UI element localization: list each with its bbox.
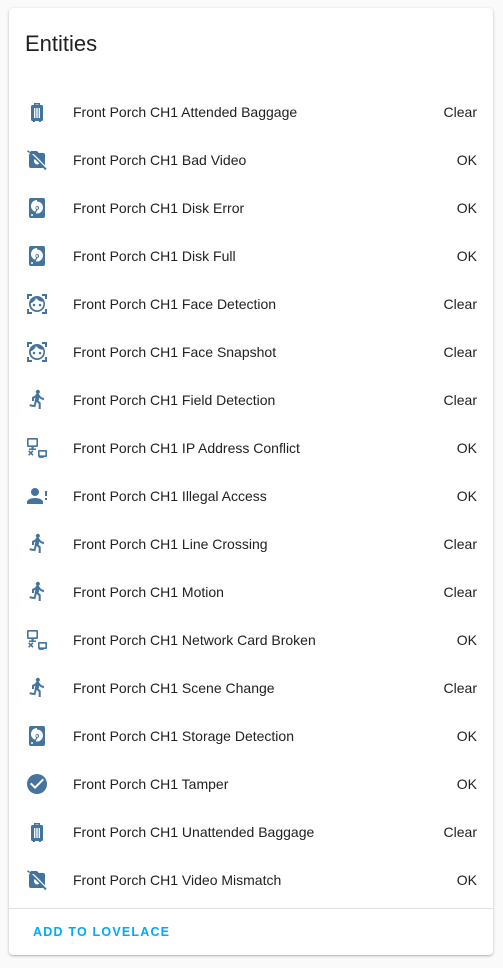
entity-row[interactable]: Front Porch CH1 Unattended Baggage Clear [9, 808, 493, 856]
entity-row[interactable]: Front Porch CH1 Scene Change Clear [9, 664, 493, 712]
entity-row[interactable]: Front Porch CH1 Field Detection Clear [9, 376, 493, 424]
entity-name[interactable]: Front Porch CH1 Disk Full [73, 232, 236, 280]
entity-name[interactable]: Front Porch CH1 Unattended Baggage [73, 808, 314, 856]
entity-name[interactable]: Front Porch CH1 Line Crossing [73, 520, 268, 568]
ip-network-off-icon [25, 628, 49, 652]
walk-icon [25, 532, 49, 556]
walk-icon [25, 388, 49, 412]
video-off-icon [25, 868, 49, 892]
entity-name[interactable]: Front Porch CH1 Field Detection [73, 376, 275, 424]
entity-state: Clear [443, 296, 477, 312]
entity-state: OK [456, 776, 477, 792]
entity-row[interactable]: Front Porch CH1 Video Mismatch OK [9, 856, 493, 904]
entity-name[interactable]: Front Porch CH1 Motion [73, 568, 224, 616]
entity-row[interactable]: Front Porch CH1 Illegal Access OK [9, 472, 493, 520]
add-to-lovelace-button[interactable]: ADD TO LOVELACE [25, 920, 178, 944]
entity-state: Clear [443, 104, 477, 120]
entity-state: OK [456, 248, 477, 264]
entity-name[interactable]: Front Porch CH1 IP Address Conflict [73, 424, 300, 472]
harddisk-icon [25, 244, 49, 268]
entity-name[interactable]: Front Porch CH1 Face Detection [73, 280, 276, 328]
entity-state: Clear [443, 344, 477, 360]
harddisk-icon [25, 196, 49, 220]
face-recognition-icon [25, 292, 49, 316]
entity-state: OK [456, 440, 477, 456]
entity-state: OK [456, 488, 477, 504]
entity-row[interactable]: Front Porch CH1 Tamper OK [9, 760, 493, 808]
face-recognition-icon [25, 340, 49, 364]
entity-row[interactable]: Front Porch CH1 Bad Video OK [9, 136, 493, 184]
entity-state: Clear [443, 584, 477, 600]
entity-name[interactable]: Front Porch CH1 Face Snapshot [73, 328, 276, 376]
entity-name[interactable]: Front Porch CH1 Disk Error [73, 184, 244, 232]
entity-state: OK [456, 872, 477, 888]
entity-row[interactable]: Front Porch CH1 Network Card Broken OK [9, 616, 493, 664]
account-alert-icon [25, 484, 49, 508]
entity-name[interactable]: Front Porch CH1 Bad Video [73, 136, 246, 184]
entity-row[interactable]: Front Porch CH1 Motion Clear [9, 568, 493, 616]
entity-state: OK [456, 152, 477, 168]
entity-row[interactable]: Front Porch CH1 Storage Detection OK [9, 712, 493, 760]
baggage-icon [25, 100, 49, 124]
card-actions-divider [9, 908, 493, 909]
entities-card: Entities Front Porch CH1 Attended Baggag… [9, 8, 493, 955]
check-circle-icon [25, 772, 49, 796]
entity-row[interactable]: Front Porch CH1 Line Crossing Clear [9, 520, 493, 568]
entity-row[interactable]: Front Porch CH1 Face Snapshot Clear [9, 328, 493, 376]
entity-state: Clear [443, 680, 477, 696]
card-title: Entities [25, 31, 98, 56]
walk-icon [25, 580, 49, 604]
entity-name[interactable]: Front Porch CH1 Tamper [73, 760, 228, 808]
entity-name[interactable]: Front Porch CH1 Attended Baggage [73, 88, 297, 136]
walk-icon [25, 676, 49, 700]
entity-row[interactable]: Front Porch CH1 Disk Error OK [9, 184, 493, 232]
entity-name[interactable]: Front Porch CH1 Scene Change [73, 664, 275, 712]
entity-name[interactable]: Front Porch CH1 Network Card Broken [73, 616, 316, 664]
entity-row[interactable]: Front Porch CH1 Disk Full OK [9, 232, 493, 280]
entity-name[interactable]: Front Porch CH1 Video Mismatch [73, 856, 281, 904]
entity-state: OK [456, 728, 477, 744]
entity-row[interactable]: Front Porch CH1 Attended Baggage Clear [9, 88, 493, 136]
entity-name[interactable]: Front Porch CH1 Illegal Access [73, 472, 267, 520]
entity-state: OK [456, 200, 477, 216]
video-off-icon [25, 148, 49, 172]
harddisk-icon [25, 724, 49, 748]
entity-state: Clear [443, 824, 477, 840]
entity-state: Clear [443, 392, 477, 408]
entity-name[interactable]: Front Porch CH1 Storage Detection [73, 712, 294, 760]
entity-state: Clear [443, 536, 477, 552]
entity-state: OK [456, 632, 477, 648]
entity-row[interactable]: Front Porch CH1 IP Address Conflict OK [9, 424, 493, 472]
entity-list: Front Porch CH1 Attended Baggage Clear Fro… [9, 88, 493, 904]
baggage-icon [25, 820, 49, 844]
ip-network-off-icon [25, 436, 49, 460]
entity-row[interactable]: Front Porch CH1 Face Detection Clear [9, 280, 493, 328]
